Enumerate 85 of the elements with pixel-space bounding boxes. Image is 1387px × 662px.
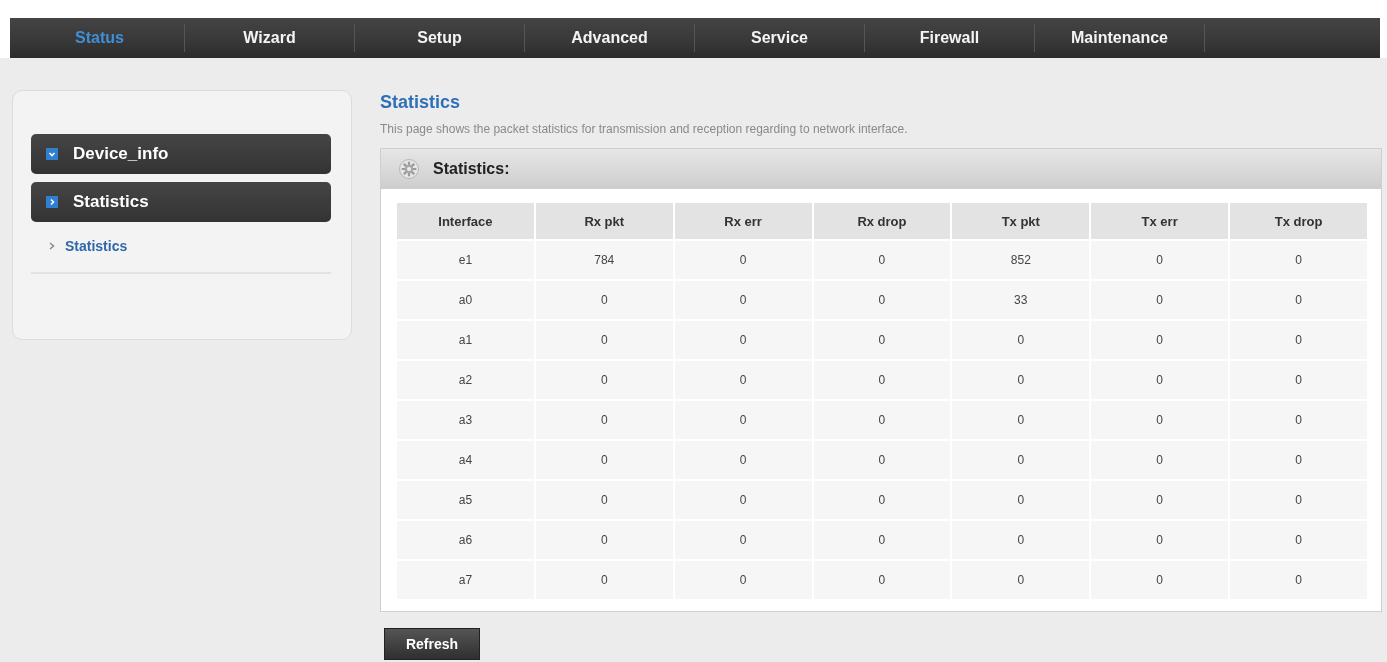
nav-tab[interactable]: Service [695, 24, 865, 52]
table-cell: 0 [952, 321, 1090, 359]
table-cell: 0 [1091, 281, 1229, 319]
table-cell: 0 [1230, 441, 1367, 479]
table-cell: 0 [1230, 561, 1367, 599]
column-header: Tx drop [1230, 203, 1367, 239]
table-cell: a7 [397, 561, 534, 599]
column-header: Interface [397, 203, 534, 239]
table-cell: a3 [397, 401, 534, 439]
table-cell: 0 [813, 561, 951, 599]
refresh-button[interactable]: Refresh [384, 628, 480, 660]
table-cell: 0 [1230, 321, 1367, 359]
table-cell: 0 [952, 361, 1090, 399]
column-header: Rx drop [813, 203, 951, 239]
table-cell: 0 [535, 361, 673, 399]
nav-tab[interactable]: Wizard [185, 24, 355, 52]
table-cell: 0 [674, 561, 812, 599]
table-cell: a2 [397, 361, 534, 399]
nav-tab[interactable]: Setup [355, 24, 525, 52]
table-cell: a6 [397, 521, 534, 559]
table-cell: 0 [1091, 401, 1229, 439]
column-header: Tx pkt [952, 203, 1090, 239]
table-cell: 0 [674, 281, 812, 319]
page-description: This page shows the packet statistics for transmission and reception regarding to network interface. [380, 121, 909, 137]
sidebar-group[interactable]: Statistics [31, 182, 331, 222]
table-cell: 0 [813, 441, 951, 479]
table-cell: 0 [535, 401, 673, 439]
table-cell: e1 [397, 241, 534, 279]
table-cell: 0 [1091, 521, 1229, 559]
table-cell: a0 [397, 281, 534, 319]
table-cell: 0 [952, 561, 1090, 599]
table-cell: 0 [674, 401, 812, 439]
table-cell: 0 [813, 361, 951, 399]
nav-tab[interactable]: Advanced [525, 24, 695, 52]
table-cell: 0 [1091, 481, 1229, 519]
table-cell: 0 [1091, 241, 1229, 279]
table-cell: 0 [952, 401, 1090, 439]
table-cell: a1 [397, 321, 534, 359]
table-cell: 0 [952, 481, 1090, 519]
column-header: Tx err [1091, 203, 1229, 239]
table-cell: 0 [1091, 361, 1229, 399]
nav-tab[interactable]: Maintenance [1035, 24, 1205, 52]
page-title: Statistics [380, 91, 462, 113]
table-cell: 0 [535, 321, 673, 359]
table-cell: 0 [535, 281, 673, 319]
table-cell: 0 [813, 401, 951, 439]
table-cell: 0 [1230, 241, 1367, 279]
table-cell: 0 [1091, 321, 1229, 359]
table-cell: 0 [674, 321, 812, 359]
table-cell: a4 [397, 441, 534, 479]
sidebar-group[interactable]: Device_info [31, 134, 331, 174]
table-cell: 0 [674, 521, 812, 559]
table-cell: 0 [1091, 441, 1229, 479]
table-cell: 0 [1091, 561, 1229, 599]
table-cell: 0 [952, 521, 1090, 559]
table-cell: 0 [535, 441, 673, 479]
table-cell: 0 [1230, 521, 1367, 559]
table-cell: 33 [952, 281, 1090, 319]
table-cell: a5 [397, 481, 534, 519]
nav-tab[interactable]: Firewall [865, 24, 1035, 52]
table-cell: 0 [674, 241, 812, 279]
table-cell: 0 [1230, 361, 1367, 399]
table-cell: 852 [952, 241, 1090, 279]
table-cell: 0 [674, 441, 812, 479]
table-cell: 0 [674, 481, 812, 519]
column-header: Rx pkt [535, 203, 673, 239]
sidebar-link[interactable]: Statistics [65, 238, 128, 254]
table-cell: 0 [813, 321, 951, 359]
gear-icon [399, 159, 419, 179]
panel-title: Statistics: [433, 160, 510, 178]
table-cell: 0 [1230, 481, 1367, 519]
table-cell: 784 [535, 241, 673, 279]
column-header: Rx err [674, 203, 812, 239]
table-cell: 0 [1230, 401, 1367, 439]
table-cell: 0 [535, 561, 673, 599]
table-cell: 0 [535, 521, 673, 559]
table-cell: 0 [813, 521, 951, 559]
table-cell: 0 [1230, 281, 1367, 319]
table-cell: 0 [813, 241, 951, 279]
table-cell: 0 [813, 281, 951, 319]
table-cell: 0 [952, 441, 1090, 479]
table-cell: 0 [813, 481, 951, 519]
chevron-icon [49, 242, 55, 250]
table-cell: 0 [674, 361, 812, 399]
table-cell: 0 [535, 481, 673, 519]
